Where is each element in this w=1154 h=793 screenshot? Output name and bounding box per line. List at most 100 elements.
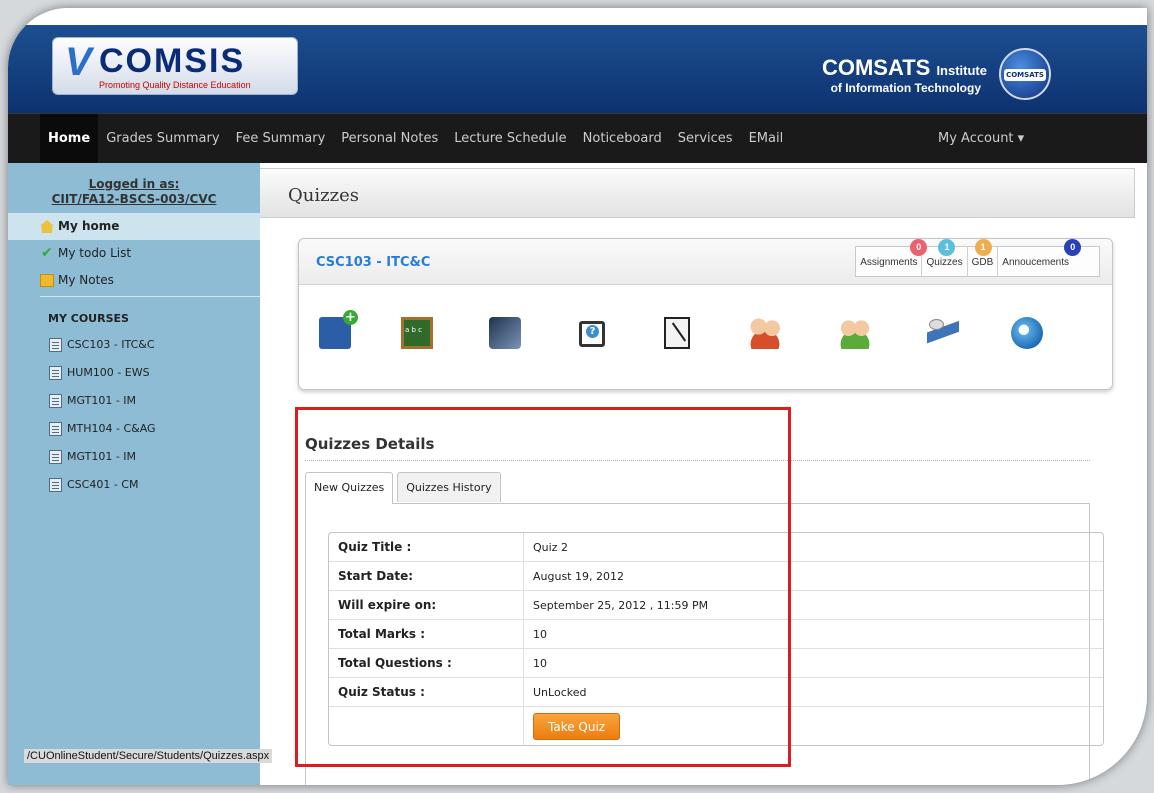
group-icon[interactable] [749,317,781,349]
table-row: Take Quiz [329,707,1103,745]
my-account-menu[interactable]: My Account ▾ [938,114,1024,164]
sidebar-item-todo[interactable]: ✔ My todo List [8,240,260,267]
nav-home[interactable]: Home [40,114,99,164]
nav-grades-summary[interactable]: Grades Summary [98,114,227,164]
activity-counts: 0 Assignments 1 Quizzes 1 GDB 0 Annoucem… [855,239,1100,277]
count-assignments[interactable]: 0 Assignments [856,239,928,276]
sidebar: Logged in as: CIIT/FA12-BSCS-003/CVC My … [8,163,260,785]
count-badge: 1 [974,239,992,256]
course-link[interactable]: MTH104 - C&AG [8,415,260,443]
row-label: Total Marks : [329,620,524,649]
course-label: MTH104 - C&AG [67,422,156,435]
check-icon: ✔ [41,245,53,261]
vcomsis-logo[interactable]: V COMSIS Promoting Quality Distance Educ… [52,37,298,95]
count-gdb[interactable]: 1 GDB [968,239,999,276]
nav-email[interactable]: EMail [741,114,792,164]
page-title: Quizzes [288,185,359,206]
seal-text: COMSATS [1004,69,1046,81]
logo-v-mark: V [65,40,92,84]
row-label: Quiz Title : [329,533,524,562]
row-label: Start Date: [329,562,524,591]
tab-new-quizzes[interactable]: New Quizzes [305,472,394,504]
count-announcements[interactable]: 0 Annoucements [998,239,1099,276]
sidebar-item-label: My todo List [58,246,132,260]
quiz-details-table: Quiz Title : Quiz 2 Start Date: August 19,… [328,532,1104,746]
course-link[interactable]: CSC401 - CM [8,471,260,499]
row-label-empty [329,707,524,745]
row-value: 10 [524,649,1103,678]
nav-fee-summary[interactable]: Fee Summary [228,114,334,164]
course-link[interactable]: HUM100 - EWS [8,359,260,387]
row-label: Will expire on: [329,591,524,620]
course-doc-icon [49,366,62,380]
my-courses-heading: MY COURSES [48,312,129,325]
sidebar-item-my-home[interactable]: My home [8,213,260,240]
course-title[interactable]: CSC103 - ITC&C [316,255,430,270]
institute-name-word: Institute [936,63,987,78]
nav-items: Home Grades Summary Fee Summary Personal… [8,114,791,164]
table-row: Quiz Status : UnLocked [329,678,1103,707]
institute-subtitle: of Information Technology [830,81,981,95]
satellite-icon[interactable] [927,317,959,349]
help-icon[interactable] [579,321,605,347]
frame-top [8,8,1147,25]
nav-services[interactable]: Services [670,114,741,164]
count-label: Quizzes [926,257,963,268]
status-bar-url: /CUOnlineStudent/Secure/Students/Quizzes… [24,749,273,763]
course-link[interactable]: MGT101 - IM [8,443,260,471]
course-link[interactable]: CSC103 - ITC&C [8,331,260,359]
users-icon[interactable] [839,317,871,349]
main-nav: Home Grades Summary Fee Summary Personal… [8,113,1147,164]
logged-in-label: Logged in as: [88,177,180,191]
webcam-icon[interactable] [1011,317,1043,349]
logged-in-info[interactable]: Logged in as: CIIT/FA12-BSCS-003/CVC [8,163,260,207]
row-value: 10 [524,620,1103,649]
course-doc-icon [49,450,62,464]
user-id: CIIT/FA12-BSCS-003/CVC [51,192,217,206]
count-quizzes[interactable]: 1 Quizzes [922,239,968,276]
tab-quizzes-history[interactable]: Quizzes History [397,472,501,502]
table-row: Will expire on: September 25, 2012 , 11:5… [329,591,1103,620]
course-panel: CSC103 - ITC&C 0 Assignments 1 Quizzes 1… [298,238,1113,390]
section-divider [305,460,1090,461]
course-doc-icon [49,478,62,492]
course-tools [299,285,1112,389]
tab-pane: Quiz Title : Quiz 2 Start Date: August 19,… [305,503,1104,785]
count-label: Annoucements [1002,257,1069,268]
course-label: CSC401 - CM [67,478,139,491]
sidebar-item-label: My home [58,219,120,233]
take-quiz-button[interactable]: Take Quiz [533,712,621,740]
table-row: Total Marks :10 [329,620,1103,649]
row-label: Quiz Status : [329,678,524,707]
row-value: August 19, 2012 [524,562,1103,591]
logo-tagline: Promoting Quality Distance Education [99,80,251,90]
table-row: Total Questions :10 [329,649,1103,678]
nav-lecture-schedule[interactable]: Lecture Schedule [446,114,574,164]
count-label: GDB [971,257,994,268]
sidebar-divider [40,296,260,297]
browser-frame: V COMSIS Promoting Quality Distance Educ… [8,8,1147,785]
course-label: HUM100 - EWS [67,366,150,379]
table-row: Start Date: August 19, 2012 [329,562,1103,591]
course-link[interactable]: MGT101 - IM [8,387,260,415]
course-panel-header: CSC103 - ITC&C 0 Assignments 1 Quizzes 1… [299,239,1112,285]
page-title-bar: Quizzes [260,168,1135,218]
sidebar-item-notes[interactable]: My Notes [8,267,260,294]
main-content: Quizzes CSC103 - ITC&C 0 Assignments 1 Q… [260,163,1147,785]
notes-icon[interactable] [664,317,690,349]
header-banner: V COMSIS Promoting Quality Distance Educ… [8,25,1147,113]
notes-icon [40,274,54,287]
row-value: September 25, 2012 , 11:59 PM [524,591,1103,620]
logo-word: COMSIS [99,42,246,80]
count-label: Assignments [860,257,918,268]
institute-name-main: COMSATS [821,55,931,80]
row-label: Total Questions : [329,649,524,678]
nav-noticeboard[interactable]: Noticeboard [575,114,670,164]
course-label: MGT101 - IM [67,450,137,463]
count-badge: 1 [938,239,956,256]
blackboard-icon[interactable] [401,317,433,349]
nav-personal-notes[interactable]: Personal Notes [333,114,446,164]
course-label: MGT101 - IM [67,394,137,407]
video-icon[interactable] [489,317,521,349]
add-book-icon[interactable] [319,310,358,349]
